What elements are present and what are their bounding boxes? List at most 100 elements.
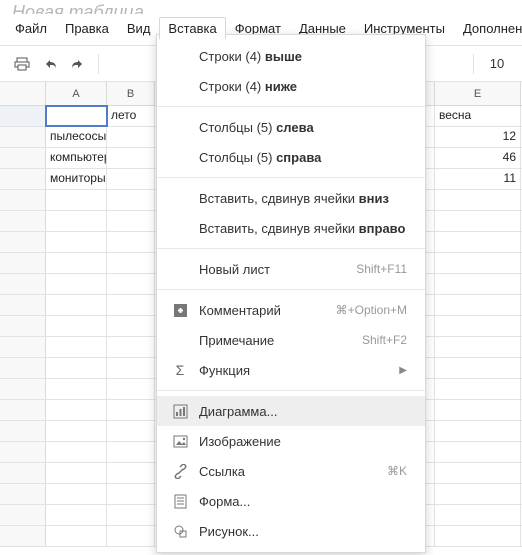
cell[interactable]	[46, 442, 107, 462]
menu-view[interactable]: Вид	[118, 17, 160, 40]
cell[interactable]	[435, 484, 521, 504]
menu-file[interactable]: Файл	[6, 17, 56, 40]
cell[interactable]	[46, 274, 107, 294]
redo-icon[interactable]	[66, 52, 90, 76]
cell[interactable]	[107, 295, 155, 315]
cell-a1[interactable]	[46, 106, 107, 126]
cell[interactable]	[107, 232, 155, 252]
row-header[interactable]	[0, 442, 46, 462]
cell[interactable]	[107, 421, 155, 441]
insert-function[interactable]: Σ Функция ▶	[157, 355, 425, 385]
cell[interactable]	[435, 463, 521, 483]
menu-insert[interactable]: Вставка	[159, 17, 225, 40]
cell-e2[interactable]: 12	[435, 127, 521, 147]
insert-form[interactable]: Форма...	[157, 486, 425, 516]
cell[interactable]	[107, 358, 155, 378]
cell[interactable]	[46, 358, 107, 378]
cell[interactable]	[46, 337, 107, 357]
row-header[interactable]	[0, 190, 46, 210]
row-header[interactable]	[0, 463, 46, 483]
cell[interactable]	[46, 505, 107, 525]
cell[interactable]	[107, 526, 155, 546]
cell[interactable]	[46, 526, 107, 546]
insert-new-sheet[interactable]: Новый лист Shift+F11	[157, 254, 425, 284]
insert-shift-right[interactable]: Вставить, сдвинув ячейки вправо	[157, 213, 425, 243]
cell-b2[interactable]	[107, 127, 155, 147]
insert-drawing[interactable]: Рисунок...	[157, 516, 425, 546]
cell-e1[interactable]: весна	[435, 106, 521, 126]
row-header[interactable]	[0, 400, 46, 420]
row-header[interactable]	[0, 379, 46, 399]
cell[interactable]	[46, 253, 107, 273]
row-header-4[interactable]	[0, 169, 46, 189]
cell[interactable]	[107, 316, 155, 336]
cell-b4[interactable]	[107, 169, 155, 189]
cell-e3[interactable]: 46	[435, 148, 521, 168]
doc-title[interactable]: Новая таблица	[0, 0, 522, 14]
cell[interactable]	[46, 190, 107, 210]
insert-shift-down[interactable]: Вставить, сдвинув ячейки вниз	[157, 183, 425, 213]
cell[interactable]	[435, 253, 521, 273]
row-header[interactable]	[0, 526, 46, 546]
cell-a2[interactable]: пылесосы	[46, 127, 107, 147]
cell[interactable]	[107, 190, 155, 210]
font-size-value[interactable]: 10	[482, 56, 512, 71]
cell[interactable]	[435, 379, 521, 399]
row-header[interactable]	[0, 295, 46, 315]
insert-cols-right[interactable]: Столбцы (5) справа	[157, 142, 425, 172]
col-header-a[interactable]: A	[46, 82, 107, 105]
row-header[interactable]	[0, 484, 46, 504]
row-header[interactable]	[0, 211, 46, 231]
row-header[interactable]	[0, 316, 46, 336]
cell[interactable]	[435, 274, 521, 294]
insert-comment[interactable]: Комментарий ⌘+Option+M	[157, 295, 425, 325]
row-header[interactable]	[0, 274, 46, 294]
insert-cols-left[interactable]: Столбцы (5) слева	[157, 112, 425, 142]
cell[interactable]	[435, 442, 521, 462]
cell[interactable]	[435, 232, 521, 252]
cell[interactable]	[46, 421, 107, 441]
cell-b1[interactable]: лето	[107, 106, 155, 126]
cell[interactable]	[435, 295, 521, 315]
cell[interactable]	[107, 211, 155, 231]
cell[interactable]	[435, 505, 521, 525]
cell[interactable]	[107, 505, 155, 525]
cell[interactable]	[435, 421, 521, 441]
row-header[interactable]	[0, 253, 46, 273]
cell[interactable]	[435, 526, 521, 546]
cell[interactable]	[46, 484, 107, 504]
row-header[interactable]	[0, 337, 46, 357]
cell[interactable]	[107, 400, 155, 420]
cell-a4[interactable]: мониторы	[46, 169, 107, 189]
cell-e4[interactable]: 11	[435, 169, 521, 189]
menu-edit[interactable]: Правка	[56, 17, 118, 40]
insert-chart[interactable]: Диаграмма...	[157, 396, 425, 426]
cell[interactable]	[435, 358, 521, 378]
cell[interactable]	[107, 442, 155, 462]
insert-image[interactable]: Изображение	[157, 426, 425, 456]
cell[interactable]	[107, 337, 155, 357]
cell[interactable]	[435, 337, 521, 357]
cell[interactable]	[107, 463, 155, 483]
cell[interactable]	[46, 400, 107, 420]
cell[interactable]	[46, 232, 107, 252]
cell-a3[interactable]: компьютеры	[46, 148, 107, 168]
cell[interactable]	[46, 211, 107, 231]
cell-b3[interactable]	[107, 148, 155, 168]
row-header-2[interactable]	[0, 127, 46, 147]
col-header-b[interactable]: B	[107, 82, 155, 105]
cell[interactable]	[107, 379, 155, 399]
cell[interactable]	[46, 379, 107, 399]
insert-rows-above[interactable]: Строки (4) выше	[157, 41, 425, 71]
print-icon[interactable]	[10, 52, 34, 76]
undo-icon[interactable]	[38, 52, 62, 76]
cell[interactable]	[435, 211, 521, 231]
cell[interactable]	[46, 316, 107, 336]
menu-addons[interactable]: Дополнения	[454, 17, 522, 40]
cell[interactable]	[107, 274, 155, 294]
insert-rows-below[interactable]: Строки (4) ниже	[157, 71, 425, 101]
cell[interactable]	[435, 190, 521, 210]
row-header[interactable]	[0, 358, 46, 378]
cell[interactable]	[46, 295, 107, 315]
select-all-corner[interactable]	[0, 82, 46, 105]
